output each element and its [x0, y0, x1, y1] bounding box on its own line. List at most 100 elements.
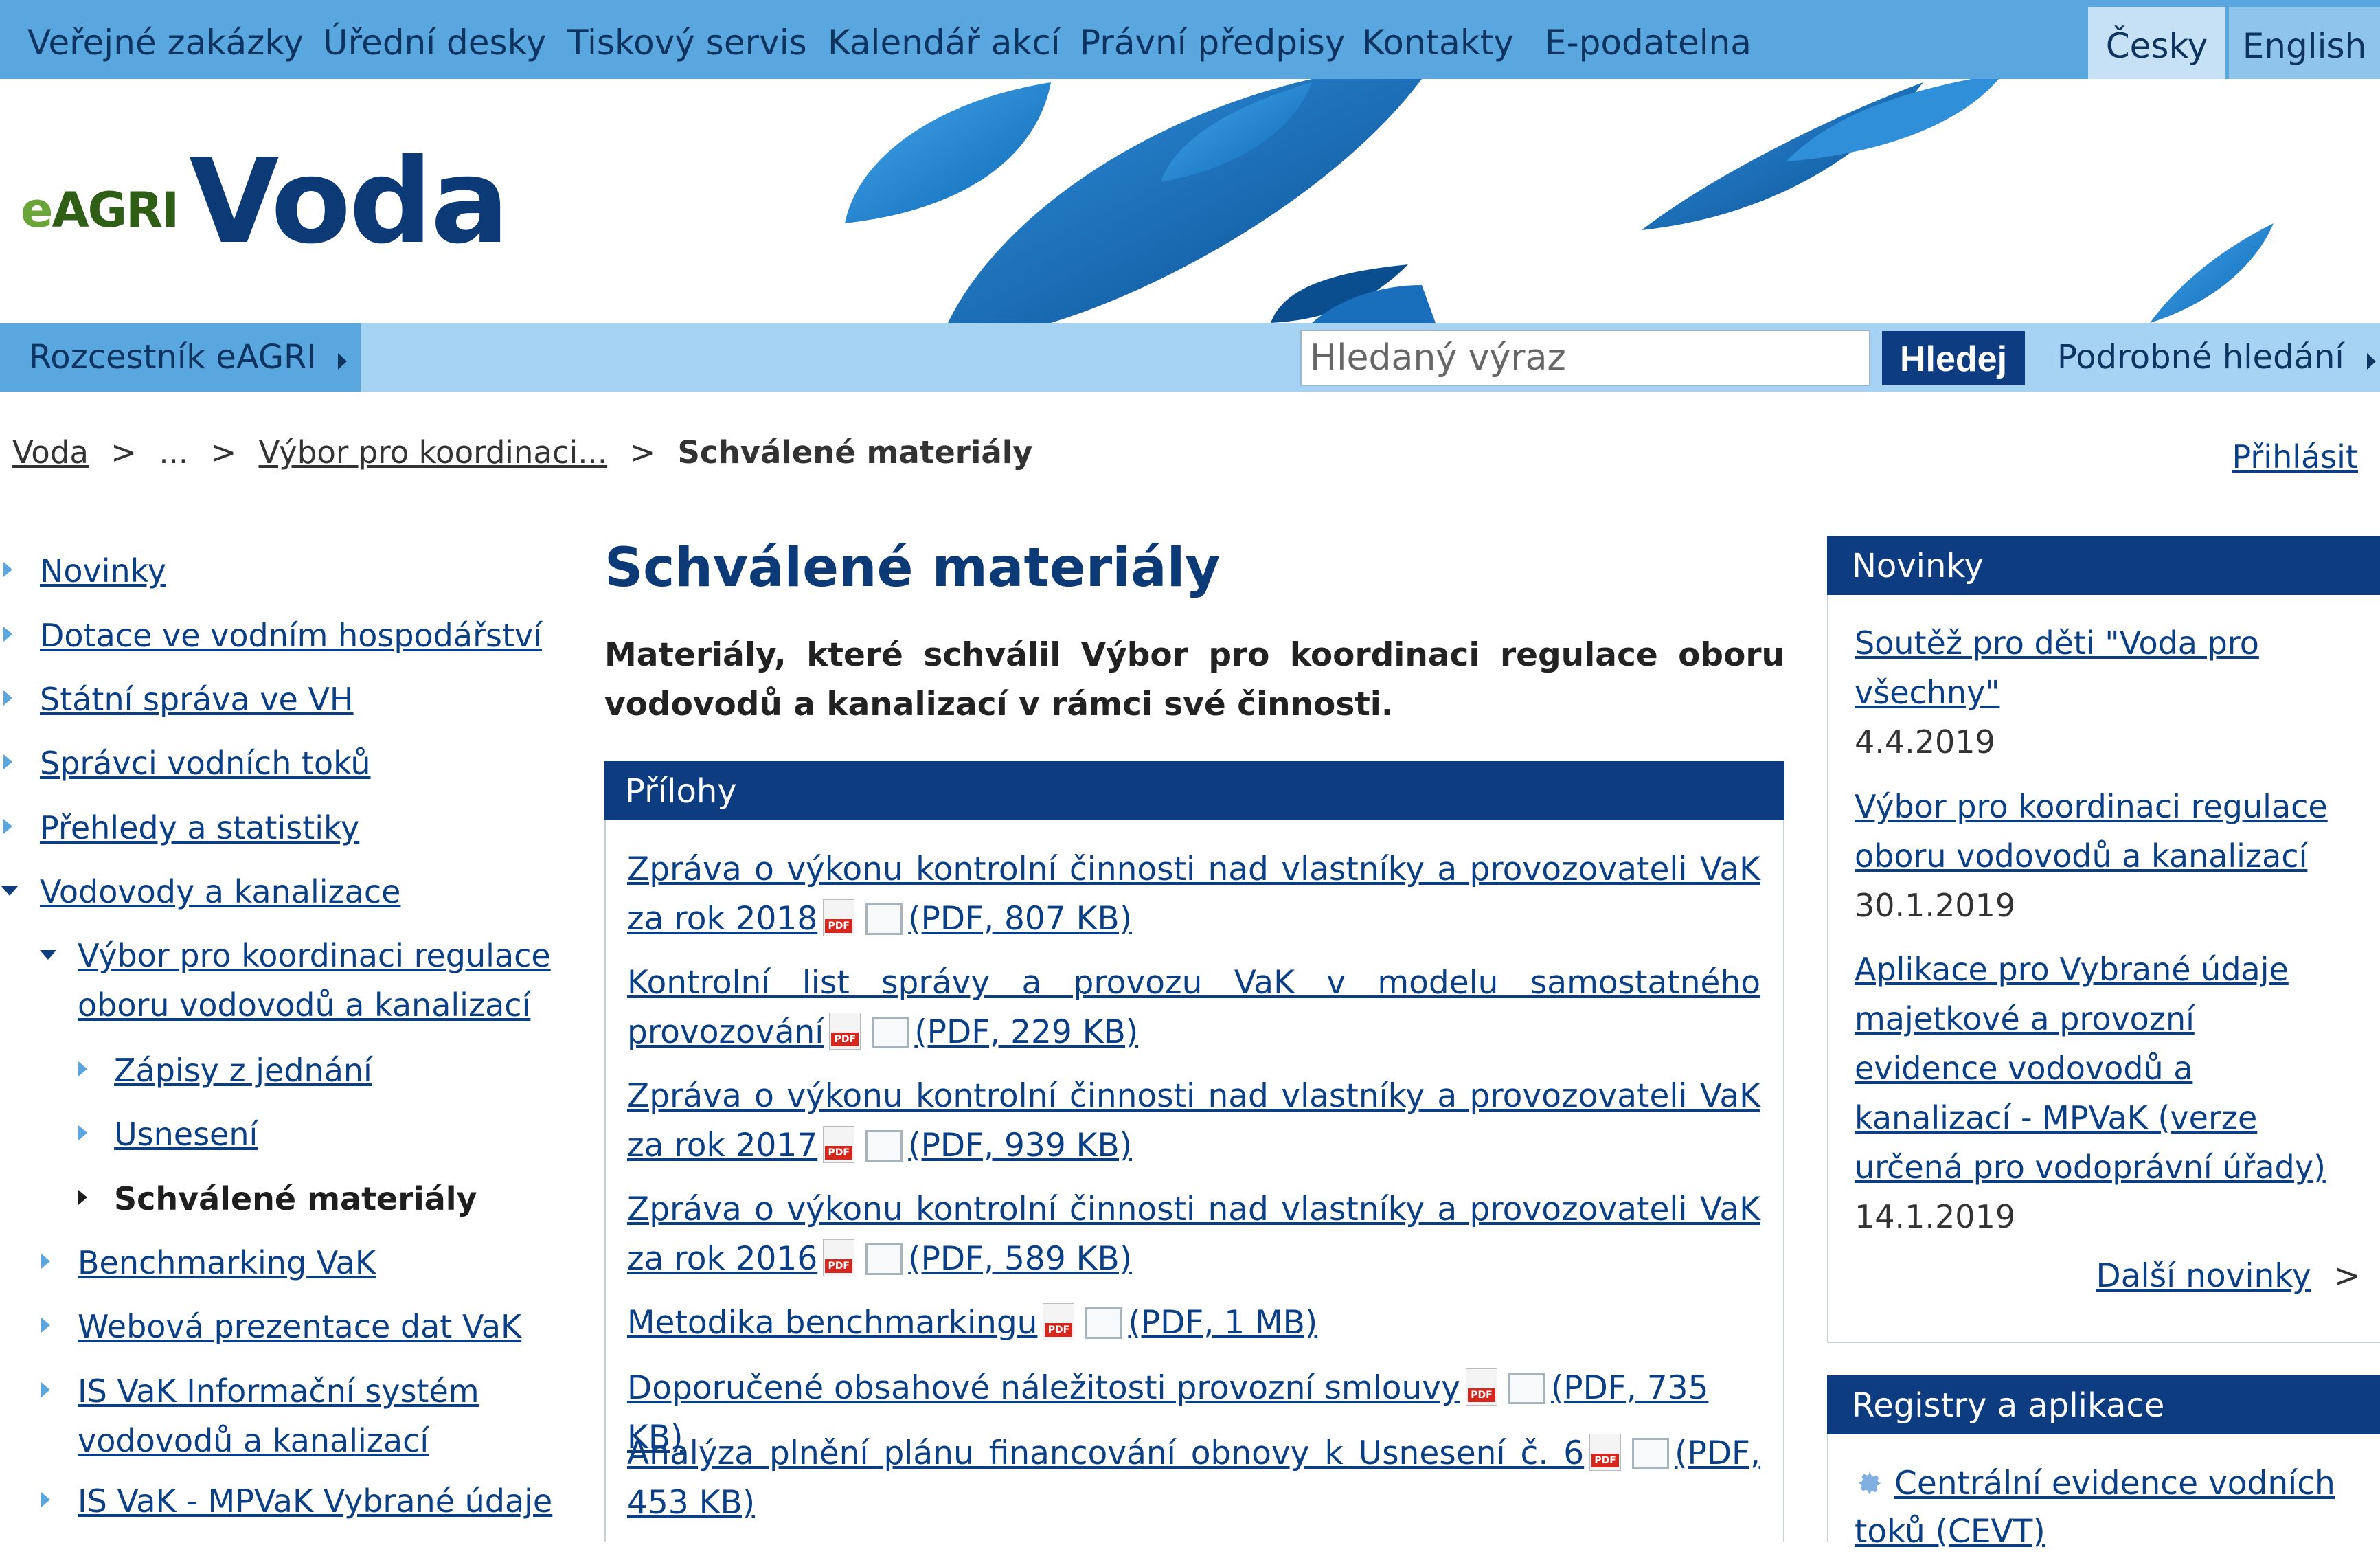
more-news: Další novinky >	[2096, 1257, 2361, 1295]
registry-link[interactable]: Centrální evidence vodních toků (CEVT)	[1855, 1465, 2335, 1551]
menu-item-mpvak[interactable]: IS VaK - MPVaK Vybrané údaje	[78, 1476, 552, 1526]
breadcrumb-current: Schválené materiály	[677, 434, 1033, 471]
rozcestnik-eagri-button[interactable]: Rozcestník eAGRI	[0, 323, 361, 392]
top-navigation: Veřejné zakázky Úřední desky Tiskový ser…	[0, 0, 2380, 79]
more-news-link[interactable]: Další novinky	[2096, 1257, 2311, 1295]
bullet-icon	[3, 754, 12, 769]
registries-heading: Registry a aplikace	[1827, 1375, 2380, 1434]
bullet-icon	[78, 1061, 87, 1076]
header-banner: eAGRI Voda	[0, 79, 2380, 323]
login-link[interactable]: Přihlásit	[2232, 438, 2358, 475]
menu-item-novinky[interactable]: Novinky	[40, 546, 166, 596]
news-item-title[interactable]: Výbor pro koordinaci regulace oboru vodo…	[1855, 788, 2328, 875]
news-item: Výbor pro koordinaci regulace oboru vodo…	[1855, 782, 2335, 930]
language-english[interactable]: English	[2229, 7, 2380, 79]
breadcrumb: Voda > ... > Výbor pro koordinaci... > S…	[12, 434, 1033, 471]
pdf-icon	[1465, 1368, 1497, 1406]
nav-kalendar-akci[interactable]: Kalendář akcí	[828, 0, 1061, 79]
language-cesky[interactable]: Česky	[2088, 7, 2225, 79]
attachments-heading: Přílohy	[604, 761, 1784, 820]
water-drops-decoration	[845, 79, 2274, 323]
menu-item-usneseni[interactable]: Usnesení	[114, 1109, 258, 1159]
news-item: Soutěž pro děti "Voda pro všechny" 4.4.2…	[1855, 618, 2335, 767]
bullet-icon	[41, 1382, 50, 1397]
news-item-date: 14.1.2019	[1855, 1198, 2016, 1235]
document-icon[interactable]	[1632, 1438, 1670, 1469]
attachment-item[interactable]: Zpráva o výkonu kontrolní činnosti nad v…	[627, 1185, 1760, 1284]
menu-item-webova-prezentace[interactable]: Webová prezentace dat VaK	[78, 1302, 521, 1351]
menu-item-spravci-toku[interactable]: Správci vodních toků	[40, 738, 371, 788]
document-icon[interactable]	[1085, 1307, 1123, 1339]
breadcrumb-voda[interactable]: Voda	[12, 434, 89, 471]
search-button[interactable]: Hledej	[1882, 331, 2025, 385]
bullet-icon	[3, 562, 12, 577]
menu-item-zapisy[interactable]: Zápisy z jednání	[114, 1046, 372, 1095]
bullet-icon	[41, 1318, 50, 1333]
attachment-title[interactable]: Zpráva o výkonu kontrolní činnosti nad v…	[627, 850, 1760, 938]
expanded-icon	[1, 886, 18, 896]
nav-tiskovy-servis[interactable]: Tiskový servis	[567, 0, 807, 79]
news-item-title[interactable]: Aplikace pro Vybrané údaje majetkové a p…	[1855, 951, 2326, 1186]
search-bar: Rozcestník eAGRI Hledej Podrobné hledání	[0, 323, 2380, 392]
attachment-item[interactable]: Kontrolní list správy a provozu VaK v mo…	[627, 958, 1760, 1057]
attachment-title[interactable]: Zpráva o výkonu kontrolní činnosti nad v…	[627, 1077, 1760, 1164]
nav-e-podatelna[interactable]: E-podatelna	[1545, 0, 1752, 79]
caret-right-icon	[337, 353, 347, 370]
registry-item[interactable]: Centrální evidence vodních toků (CEVT)	[1855, 1460, 2349, 1556]
menu-item-schvalene-materialy[interactable]: Schválené materiály	[114, 1174, 477, 1224]
breadcrumb-vybor[interactable]: Výbor pro koordinaci...	[259, 434, 608, 471]
menu-item-is-vak[interactable]: IS VaK Informační systém vodovodů a kana…	[78, 1366, 479, 1465]
expanded-icon	[40, 950, 56, 960]
attachment-item[interactable]: Metodika benchmarkingu (PDF, 1 MB)	[627, 1298, 1760, 1348]
nav-uredni-desky[interactable]: Úřední desky	[323, 0, 546, 79]
nav-verejne-zakazky[interactable]: Veřejné zakázky	[27, 0, 304, 79]
document-icon[interactable]	[865, 1130, 903, 1162]
news-item-title[interactable]: Soutěž pro děti "Voda pro všechny"	[1855, 624, 2259, 711]
attachment-title[interactable]: Zpráva o výkonu kontrolní činnosti nad v…	[627, 1191, 1760, 1278]
attachment-title[interactable]: Kontrolní list správy a provozu VaK v mo…	[627, 964, 1760, 1051]
news-heading: Novinky	[1827, 536, 2380, 595]
attachment-meta[interactable]: (PDF, 1 MB)	[1128, 1304, 1317, 1342]
menu-item-prehledy[interactable]: Přehledy a statistiky	[40, 803, 359, 853]
bullet-icon	[3, 627, 12, 642]
menu-item-vybor[interactable]: Výbor pro koordinaci regulace oboru vodo…	[78, 931, 551, 1030]
nav-pravni-predpisy[interactable]: Právní předpisy	[1080, 0, 1346, 79]
attachment-meta[interactable]: (PDF, 589 KB)	[908, 1240, 1132, 1278]
caret-right-icon	[2367, 353, 2376, 370]
search-input[interactable]	[1300, 330, 1870, 386]
pdf-icon	[1043, 1303, 1075, 1340]
site-title[interactable]: Voda	[189, 134, 509, 270]
news-item-date: 30.1.2019	[1855, 887, 2016, 924]
attachment-item[interactable]: Analýza plnění plánu financování obnovy …	[627, 1429, 1760, 1528]
nav-kontakty[interactable]: Kontakty	[1362, 0, 1514, 79]
attachment-title[interactable]: Metodika benchmarkingu	[627, 1304, 1037, 1342]
bullet-icon	[3, 819, 12, 834]
attachment-item[interactable]: Zpráva o výkonu kontrolní činnosti nad v…	[627, 845, 1760, 944]
attachment-title[interactable]: Analýza plnění plánu financování obnovy …	[627, 1434, 1584, 1472]
attachment-meta[interactable]: (PDF, 939 KB)	[908, 1127, 1132, 1164]
attachment-meta[interactable]: (PDF, 229 KB)	[914, 1013, 1138, 1051]
document-icon[interactable]	[865, 903, 903, 935]
menu-item-statni-sprava[interactable]: Státní správa ve VH	[40, 675, 354, 724]
bullet-icon	[3, 690, 12, 706]
page-title: Schválené materiály	[604, 537, 1221, 599]
advanced-search-link[interactable]: Podrobné hledání	[2057, 323, 2376, 392]
breadcrumb-separator: >	[210, 434, 237, 471]
menu-item-dotace[interactable]: Dotace ve vodním hospodářství	[40, 611, 542, 660]
breadcrumb-separator: >	[111, 434, 137, 471]
document-icon[interactable]	[865, 1243, 903, 1275]
attachment-item[interactable]: Zpráva o výkonu kontrolní činnosti nad v…	[627, 1072, 1760, 1171]
document-icon[interactable]	[872, 1017, 909, 1048]
intro-text: Materiály, které schválil Výbor pro koor…	[604, 636, 1784, 723]
bullet-icon	[41, 1254, 50, 1269]
attachment-title[interactable]: Doporučené obsahové náležitosti provozní…	[627, 1369, 1460, 1407]
menu-item-vodovody-kanalizace[interactable]: Vodovody a kanalizace	[40, 867, 400, 916]
attachment-meta[interactable]: (PDF, 807 KB)	[908, 900, 1132, 938]
eagri-logo[interactable]: eAGRI	[21, 182, 179, 238]
pdf-icon	[823, 1239, 855, 1276]
gear-icon	[1858, 1472, 1881, 1495]
menu-item-benchmarking[interactable]: Benchmarking VaK	[78, 1238, 376, 1287]
bullet-icon	[78, 1125, 87, 1140]
document-icon[interactable]	[1508, 1373, 1545, 1404]
breadcrumb-ellipsis: ...	[159, 434, 189, 471]
